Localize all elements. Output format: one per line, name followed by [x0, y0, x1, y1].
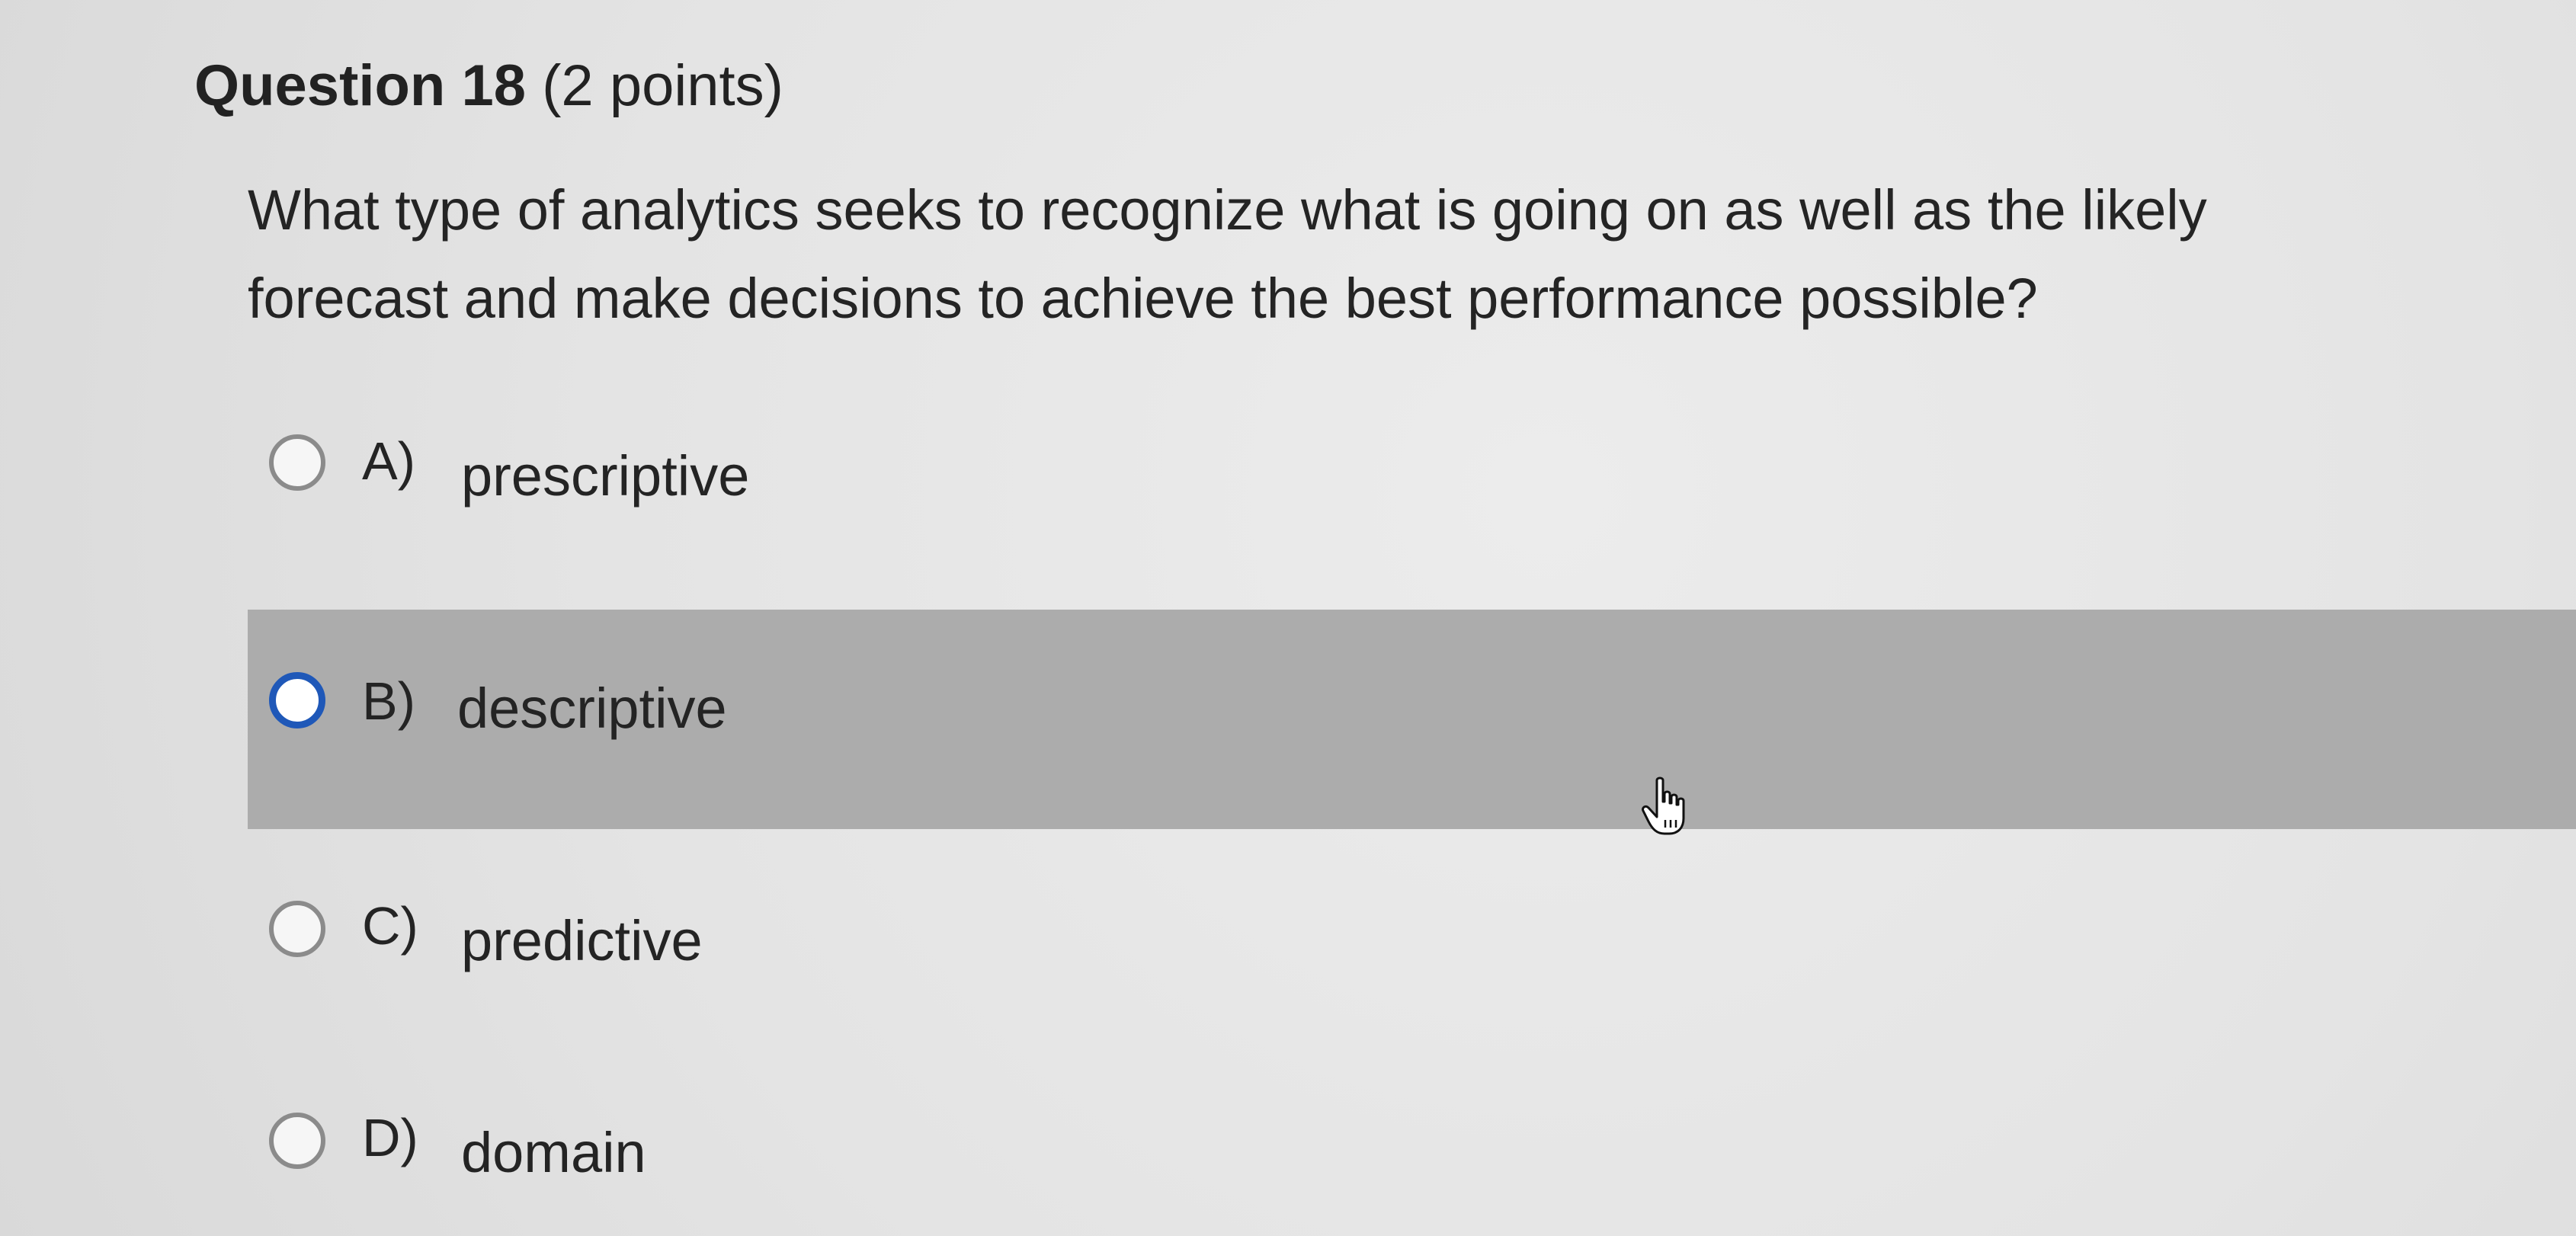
answer-option-b[interactable]: B) descriptive [248, 610, 2576, 829]
radio-button-c[interactable] [269, 901, 325, 957]
radio-button-b[interactable] [269, 672, 325, 728]
option-letter-d: D) [362, 1108, 418, 1167]
radio-button-d[interactable] [269, 1113, 325, 1169]
option-letter-a: A) [362, 431, 415, 491]
radio-button-a[interactable] [269, 434, 325, 491]
option-label-a[interactable]: prescriptive [461, 442, 749, 511]
option-letter-b: B) [362, 671, 415, 731]
option-label-c[interactable]: predictive [461, 907, 703, 975]
hand-pointer-icon [1642, 777, 1685, 835]
answer-option-d[interactable]: D) domain [248, 1052, 2576, 1236]
answer-options: A) prescriptive B) descriptive C) predic… [0, 0, 2576, 1236]
quiz-question-card: Question 18 (2 points) What type of anal… [0, 0, 2576, 1236]
answer-option-a[interactable]: A) prescriptive [248, 390, 2576, 610]
option-label-b[interactable]: descriptive [457, 674, 727, 743]
answer-option-c[interactable]: C) predictive [248, 831, 2576, 1050]
option-letter-c: C) [362, 896, 418, 956]
option-label-d[interactable]: domain [461, 1119, 646, 1187]
